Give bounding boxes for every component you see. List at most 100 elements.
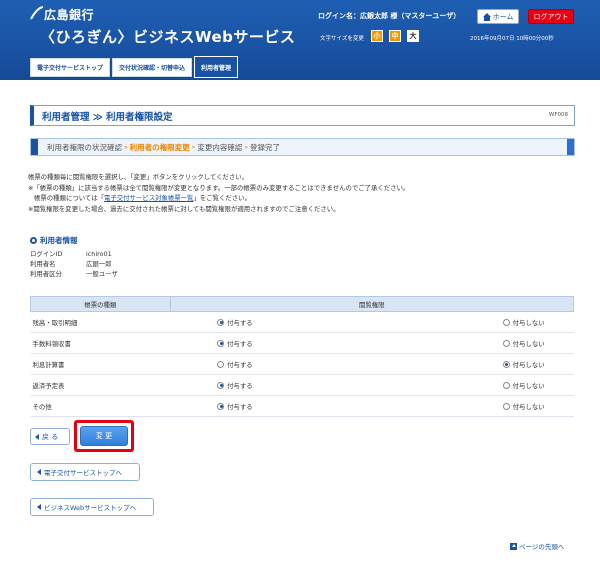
- page-top-label: ページの先頭へ: [519, 543, 565, 551]
- home-button[interactable]: ホーム: [477, 9, 519, 24]
- form-type-cell: 返済予定表: [30, 374, 171, 396]
- tab-e-delivery-top[interactable]: 電子交付サービストップ: [30, 58, 111, 77]
- form-type-cell: その他: [30, 395, 171, 417]
- info-value: 一般ユーザ: [86, 270, 118, 278]
- deny-cell: 付与しない: [371, 374, 574, 396]
- grant-label: 付与する: [227, 339, 253, 348]
- grant-radio-option[interactable]: 付与する: [217, 402, 372, 411]
- info-label: ログインID: [30, 250, 63, 258]
- note-line: 帳票の種類については「電子交付サービス対象帳票一覧」をご覧ください。: [28, 193, 409, 204]
- info-value: ichiro01: [86, 250, 112, 258]
- grant-radio-option[interactable]: 付与する: [217, 381, 372, 390]
- grant-cell: 付与する: [170, 353, 372, 375]
- deny-cell: 付与しない: [371, 395, 574, 417]
- permission-table: 帳票の種類 閲覧権限 残高・取引明細 付与する 付与しない 手数料領収書 付与する 付与し…: [30, 296, 575, 417]
- fontsize-small-button[interactable]: 小: [371, 30, 383, 42]
- note-line: ※「帳票の種類」に該当する帳票は全て閲覧権限が変更となります。一部の帳票のみ変更…: [28, 183, 410, 192]
- deny-radio[interactable]: [502, 318, 510, 326]
- table-row: その他 付与する 付与しない: [30, 395, 574, 417]
- page-top-link[interactable]: ページの先頭へ: [510, 541, 564, 551]
- deny-cell: 付与しない: [371, 353, 574, 375]
- grant-radio[interactable]: [217, 360, 225, 368]
- deny-cell: 付与しない: [371, 332, 574, 354]
- deny-label: 付与しない: [512, 318, 545, 327]
- header: 広島銀行 〈ひろぎん〉ビジネスWebサービス ログイン名：広銀太郎 様（マスター…: [0, 0, 600, 80]
- change-button[interactable]: 変 更: [80, 426, 128, 446]
- permission-table-body: 残高・取引明細 付与する 付与しない 手数料領収書 付与する 付与しない 利息計算書 付与する…: [30, 311, 574, 417]
- grant-cell: 付与する: [170, 395, 372, 417]
- deny-radio[interactable]: [502, 339, 510, 347]
- note-line: ※閲覧権限を変更した場合、過去に交付された帳票に対しても閲覧権限が適用されますの…: [28, 204, 340, 213]
- user-info-title: 利用者情報: [40, 236, 78, 245]
- back-button[interactable]: 戻 る: [30, 428, 70, 445]
- info-value: 広銀一郎: [86, 260, 112, 268]
- deny-radio[interactable]: [502, 402, 510, 410]
- grant-cell: 付与する: [170, 332, 372, 354]
- tab-user-management[interactable]: 利用者管理: [194, 56, 239, 78]
- screen-id: WF008: [548, 112, 568, 118]
- info-row: 利用者区分 一般ユーザ: [30, 269, 118, 279]
- arrow-up-icon: [510, 542, 517, 550]
- deny-label: 付与しない: [512, 360, 545, 369]
- deny-cell: 付与しない: [371, 311, 574, 333]
- user-info-heading: 利用者情報: [30, 235, 78, 246]
- info-label: 利用者名: [30, 260, 56, 268]
- deny-radio-option[interactable]: 付与しない: [502, 339, 574, 348]
- info-row: ログインID ichiro01: [30, 249, 118, 259]
- deny-label: 付与しない: [512, 402, 545, 411]
- e-delivery-top-button[interactable]: 電子交付サービストップへ: [30, 463, 140, 481]
- grant-label: 付与する: [227, 381, 253, 390]
- service-name: 〈ひろぎん〉ビジネスWebサービス: [40, 28, 296, 46]
- login-name: ログイン名：広銀太郎 様（マスターユーザ）: [318, 12, 461, 20]
- instructions: 帳票の種類毎に閲覧権限を選択し、「変更」ボタンをクリックしてください。 ※「帳票…: [28, 172, 409, 214]
- note-text: 帳票の種類については「: [34, 194, 104, 202]
- grant-radio-option[interactable]: 付与する: [217, 360, 372, 369]
- home-label: ホーム: [492, 12, 514, 21]
- grant-label: 付与する: [227, 318, 253, 327]
- deny-label: 付与しない: [512, 339, 545, 348]
- arrow-left-icon: [35, 433, 39, 440]
- steps-right-edge: [567, 139, 574, 155]
- deny-radio-option[interactable]: 付与しない: [502, 360, 574, 369]
- page-title-bar: 利用者管理 ≫ 利用者権限設定 WF008: [30, 105, 575, 126]
- target-forms-list-link[interactable]: 電子交付サービス対象帳票一覧: [104, 194, 193, 202]
- arrow-left-icon: [37, 469, 41, 475]
- grant-cell: 付与する: [170, 374, 372, 396]
- deny-radio-option[interactable]: 付与しない: [502, 381, 574, 390]
- step-status-check: 利用者権限の状況確認: [47, 142, 122, 152]
- info-row: 利用者名 広銀一郎: [30, 259, 118, 269]
- table-row: 返済予定表 付与する 付与しない: [30, 374, 574, 396]
- business-web-top-button[interactable]: ビジネスWebサービストップへ: [30, 498, 154, 516]
- main-nav: 電子交付サービストップ 交付状況確認・切替申込 利用者管理: [30, 56, 239, 78]
- fontsize-medium-button[interactable]: 中: [389, 30, 401, 42]
- grant-radio-option[interactable]: 付与する: [217, 318, 372, 327]
- home-icon: [482, 12, 491, 21]
- fontsize-label: 文字サイズを変更: [320, 36, 364, 42]
- step-confirm: 変更内容確認: [197, 142, 243, 152]
- table-row: 手数料領収書 付与する 付与しない: [30, 332, 574, 354]
- bank-logo-icon: [30, 6, 44, 20]
- grant-radio[interactable]: [217, 402, 225, 410]
- steps-left-edge: [31, 139, 38, 155]
- step-complete: 登録完了: [250, 142, 281, 152]
- grant-radio[interactable]: [217, 318, 225, 326]
- tab-delivery-status[interactable]: 交付状況確認・切替申込: [112, 58, 193, 77]
- deny-radio[interactable]: [502, 381, 510, 389]
- grant-radio-option[interactable]: 付与する: [217, 339, 372, 348]
- back-label: 戻 る: [42, 432, 59, 441]
- logout-button[interactable]: ログアウト: [528, 9, 574, 24]
- deny-radio[interactable]: [502, 360, 510, 368]
- grant-label: 付与する: [227, 360, 253, 369]
- table-row: 利息計算書 付与する 付与しない: [30, 353, 574, 375]
- arrow-left-icon: [37, 504, 41, 510]
- column-header-type: 帳票の種類: [30, 296, 171, 312]
- bullet-icon: [30, 237, 37, 244]
- fontsize-large-button[interactable]: 大: [407, 30, 419, 42]
- user-info: ログインID ichiro01 利用者名 広銀一郎 利用者区分 一般ユーザ: [30, 249, 118, 279]
- grant-radio[interactable]: [217, 381, 225, 389]
- business-web-top-label: ビジネスWebサービストップへ: [44, 504, 137, 512]
- deny-radio-option[interactable]: 付与しない: [502, 402, 574, 411]
- form-type-cell: 残高・取引明細: [30, 311, 171, 333]
- grant-radio[interactable]: [217, 339, 225, 347]
- deny-radio-option[interactable]: 付与しない: [502, 318, 574, 327]
